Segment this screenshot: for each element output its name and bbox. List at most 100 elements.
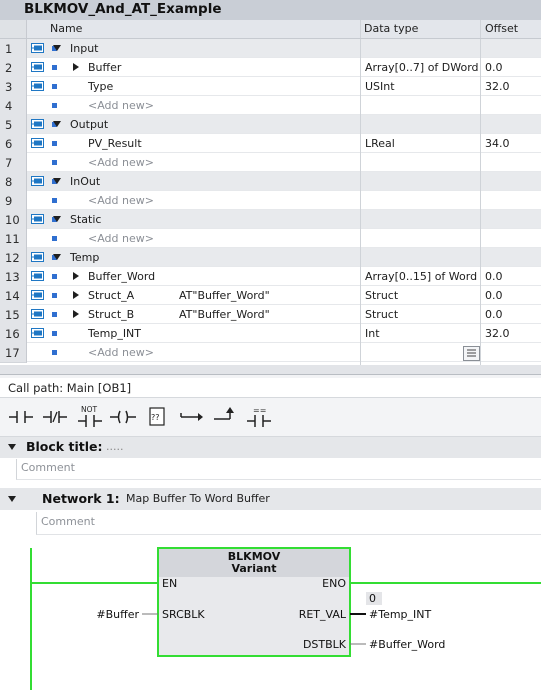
row-number-cell[interactable]: 9 <box>0 191 27 211</box>
row-number-cell[interactable]: 1 <box>0 39 27 59</box>
datatype-list-button[interactable] <box>463 346 480 361</box>
block-title-bar[interactable]: Block title: ..... <box>0 437 541 458</box>
variable-name[interactable]: Struct_B <box>88 308 134 321</box>
row-number-cell[interactable]: 17 <box>0 343 27 363</box>
table-row[interactable]: 16 Temp_INT Int 32.0 <box>0 324 541 344</box>
dstblk-operand[interactable]: #Buffer_Word <box>369 638 445 651</box>
row-number-cell[interactable]: 11 <box>0 229 27 249</box>
variable-name[interactable]: Output <box>70 118 108 131</box>
retval-operand[interactable]: #Temp_INT <box>369 608 432 621</box>
network-title[interactable]: Map Buffer To Word Buffer <box>126 492 270 505</box>
row-number-cell[interactable]: 13 <box>0 267 27 287</box>
datatype-column-header[interactable]: Data type <box>364 20 418 38</box>
table-row[interactable]: 14 Struct_A AT"Buffer_Word" Struct 0.0 <box>0 286 541 306</box>
variable-name[interactable]: Buffer_Word <box>88 270 155 283</box>
interface-table: 1 Input 2 Buffer Array[0..7] of DWord 0.0 3 Typ… <box>0 39 541 365</box>
collapse-arrow-icon[interactable] <box>53 178 61 184</box>
expand-arrow-icon[interactable] <box>73 272 79 280</box>
collapse-network-icon[interactable] <box>8 496 16 502</box>
data-type-cell[interactable]: Array[0..7] of DWord <box>365 61 479 74</box>
row-number-cell[interactable]: 12 <box>0 248 27 268</box>
variable-name[interactable]: Type <box>88 80 113 93</box>
not-contact-button[interactable]: NOT <box>75 403 105 431</box>
data-type-cell[interactable]: USInt <box>365 80 395 93</box>
table-row[interactable]: 15 Struct_B AT"Buffer_Word" Struct 0.0 <box>0 305 541 325</box>
row-number-cell[interactable]: 14 <box>0 286 27 306</box>
add-new-placeholder[interactable]: <Add new> <box>88 194 154 207</box>
table-row[interactable]: 10 Static <box>0 210 541 230</box>
offset-column-header[interactable]: Offset <box>485 20 518 38</box>
open-branch-button[interactable] <box>176 403 206 431</box>
table-row[interactable]: 13 Buffer_Word Array[0..15] of Word 0.0 <box>0 267 541 287</box>
table-row[interactable]: 11 <Add new> <box>0 229 541 249</box>
table-row[interactable]: 1 Input <box>0 39 541 59</box>
network-comment-field[interactable]: Comment <box>36 512 541 535</box>
contact-nc-button[interactable] <box>40 403 70 431</box>
row-number-cell[interactable]: 4 <box>0 96 27 116</box>
at-overlay[interactable]: AT"Buffer_Word" <box>179 289 270 302</box>
data-type-cell[interactable]: Struct <box>365 308 398 321</box>
block-title-value[interactable]: ..... <box>106 440 123 453</box>
row-number-cell[interactable]: 15 <box>0 305 27 325</box>
variable-name[interactable]: InOut <box>70 175 100 188</box>
table-row[interactable]: 3 Type USInt 32.0 <box>0 77 541 97</box>
expand-arrow-icon[interactable] <box>73 291 79 299</box>
compare-contact-button[interactable]: == <box>244 403 274 431</box>
row-number-cell[interactable]: 5 <box>0 115 27 135</box>
variable-name[interactable]: Temp <box>70 251 99 264</box>
interface-table-header: Name Data type Offset <box>0 20 541 39</box>
variable-name[interactable]: Input <box>70 42 98 55</box>
data-type-cell[interactable]: Int <box>365 327 380 340</box>
collapse-block-title-icon[interactable] <box>8 444 16 450</box>
add-new-placeholder[interactable]: <Add new> <box>88 232 154 245</box>
collapse-arrow-icon[interactable] <box>53 121 61 127</box>
srcblk-operand[interactable]: #Buffer <box>96 608 139 621</box>
contact-no-button[interactable] <box>6 403 36 431</box>
empty-box-button[interactable]: ?? <box>142 403 172 431</box>
network-header[interactable]: Network 1: Map Buffer To Word Buffer <box>0 488 541 510</box>
row-number-cell[interactable]: 10 <box>0 210 27 230</box>
add-new-placeholder[interactable]: <Add new> <box>88 346 154 359</box>
close-branch-button[interactable] <box>210 403 240 431</box>
variable-name[interactable]: Static <box>70 213 101 226</box>
variable-name[interactable]: PV_Result <box>88 137 142 150</box>
offset-cell: 34.0 <box>485 137 510 150</box>
expand-arrow-icon[interactable] <box>73 63 79 71</box>
table-row[interactable]: 8 InOut <box>0 172 541 192</box>
collapse-arrow-icon[interactable] <box>53 216 61 222</box>
box-type[interactable]: Variant <box>231 562 276 575</box>
table-row[interactable]: 9 <Add new> <box>0 191 541 211</box>
column-divider[interactable] <box>480 20 481 38</box>
variable-name[interactable]: Temp_INT <box>88 327 141 340</box>
table-row[interactable]: 4 <Add new> <box>0 96 541 116</box>
expand-arrow-icon[interactable] <box>73 310 79 318</box>
table-row[interactable]: 7 <Add new> <box>0 153 541 173</box>
row-marker <box>52 312 57 317</box>
table-row[interactable]: 2 Buffer Array[0..7] of DWord 0.0 <box>0 58 541 78</box>
variable-name[interactable]: Struct_A <box>88 289 134 302</box>
close-branch-icon <box>214 407 234 420</box>
add-new-placeholder[interactable]: <Add new> <box>88 156 154 169</box>
row-number-cell[interactable]: 2 <box>0 58 27 78</box>
row-number-cell[interactable]: 16 <box>0 324 27 344</box>
table-row[interactable]: 12 Temp <box>0 248 541 268</box>
collapse-arrow-icon[interactable] <box>53 254 61 260</box>
row-number-cell[interactable]: 6 <box>0 134 27 154</box>
row-number-cell[interactable]: 8 <box>0 172 27 192</box>
row-number-cell[interactable]: 3 <box>0 77 27 97</box>
column-divider[interactable] <box>360 20 361 38</box>
table-row[interactable]: 6 PV_Result LReal 34.0 <box>0 134 541 154</box>
data-type-cell[interactable]: Struct <box>365 289 398 302</box>
at-overlay[interactable]: AT"Buffer_Word" <box>179 308 270 321</box>
data-type-cell[interactable]: LReal <box>365 137 395 150</box>
row-number-cell[interactable]: 7 <box>0 153 27 173</box>
coil-button[interactable] <box>108 403 138 431</box>
add-new-placeholder[interactable]: <Add new> <box>88 99 154 112</box>
variable-name[interactable]: Buffer <box>88 61 121 74</box>
name-column-header[interactable]: Name <box>50 20 82 38</box>
block-comment-field[interactable]: Comment <box>16 459 541 480</box>
data-type-cell[interactable]: Array[0..15] of Word <box>365 270 477 283</box>
collapse-arrow-icon[interactable] <box>53 45 61 51</box>
table-row[interactable]: 17 <Add new> <box>0 343 541 363</box>
table-row[interactable]: 5 Output <box>0 115 541 135</box>
